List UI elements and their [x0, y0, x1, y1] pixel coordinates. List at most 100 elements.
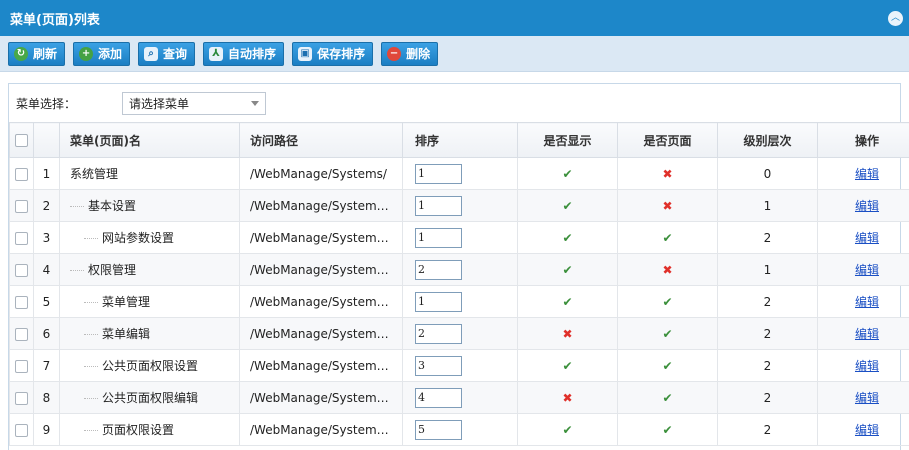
level-cell: 0 — [717, 157, 818, 190]
sort-input[interactable]: 1 — [415, 227, 462, 248]
edit-link[interactable]: 编辑 — [855, 199, 879, 213]
row-checkbox[interactable] — [9, 285, 34, 318]
table-row[interactable]: 5 菜单管理/WebManage/System… 1 ✔ ✔ 2 编辑 — [9, 285, 909, 318]
delete-label: 删除 — [406, 47, 431, 61]
row-checkbox[interactable] — [9, 317, 34, 350]
sort-input[interactable]: 5 — [415, 419, 462, 440]
add-button[interactable]: + 添加 — [73, 41, 131, 66]
sort-input[interactable]: 3 — [415, 355, 462, 376]
menu-name: 公共页面权限设置 — [102, 359, 199, 373]
is-page-cell: ✔ — [617, 413, 718, 446]
refresh-button[interactable]: ↻ 刷新 — [8, 41, 66, 66]
menu-name: 页面权限设置 — [102, 423, 175, 437]
select-all-checkbox[interactable] — [9, 122, 34, 158]
level-cell: 2 — [717, 317, 818, 350]
table-row[interactable]: 4 权限管理/WebManage/System… 2 ✔ ✖ 1 编辑 — [9, 253, 909, 286]
is-page-cell: ✖ — [617, 157, 718, 190]
level-cell: 1 — [717, 253, 818, 286]
level-cell: 2 — [717, 381, 818, 414]
table-row[interactable]: 1 系统管理/WebManage/Systems/1 ✔ ✖ 0 编辑 — [9, 157, 909, 190]
path-header[interactable]: 访问路径 — [239, 122, 403, 158]
edit-link[interactable]: 编辑 — [855, 327, 879, 341]
table-row[interactable]: 3 网站参数设置/WebManage/System… 1 ✔ ✔ 2 编辑 — [9, 221, 909, 254]
is-page-cell: ✔ — [617, 317, 718, 350]
row-number: 9 — [33, 413, 60, 446]
level-cell: 1 — [717, 189, 818, 222]
is-page-header[interactable]: 是否页面 — [617, 122, 718, 158]
table-row[interactable]: 2 基本设置/WebManage/System… 1 ✔ ✖ 1 编辑 — [9, 189, 909, 222]
search-icon: ⌕ — [144, 46, 159, 61]
collapse-up-icon[interactable]: ︿ — [888, 10, 903, 26]
row-checkbox[interactable] — [9, 157, 34, 190]
refresh-label: 刷新 — [33, 47, 58, 61]
check-icon: ✔ — [562, 358, 573, 373]
is-page-cell: ✖ — [617, 253, 718, 286]
row-number: 5 — [33, 285, 60, 318]
row-checkbox[interactable] — [9, 221, 34, 254]
edit-link[interactable]: 编辑 — [855, 391, 879, 405]
menu-name-cell: 系统管理 — [59, 157, 240, 190]
name-header[interactable]: 菜单(页面)名 — [59, 122, 240, 158]
sort-input[interactable]: 1 — [415, 163, 462, 184]
edit-link[interactable]: 编辑 — [855, 359, 879, 373]
check-icon: ✔ — [562, 422, 573, 437]
edit-link[interactable]: 编辑 — [855, 295, 879, 309]
sort-input[interactable]: 1 — [415, 291, 462, 312]
table-row[interactable]: 6 菜单编辑/WebManage/System… 2 ✖ ✔ 2 编辑 — [9, 317, 909, 350]
table-row[interactable]: 7 公共页面权限设置/WebManage/System… 3 ✔ ✔ 2 编辑 — [9, 349, 909, 382]
show-cell: ✖ — [517, 317, 618, 350]
delete-icon: − — [387, 46, 402, 61]
sort-input[interactable]: 2 — [415, 323, 462, 344]
save-sort-button[interactable]: ▣ 保存排序 — [292, 41, 374, 66]
action-cell: 编辑 — [817, 253, 909, 286]
edit-link[interactable]: 编辑 — [855, 423, 879, 437]
sort-input[interactable]: 1 — [415, 195, 462, 216]
row-checkbox[interactable] — [9, 189, 34, 222]
sort-input[interactable]: 2 — [415, 259, 462, 280]
delete-button[interactable]: − 删除 — [381, 41, 439, 66]
path-cell: /WebManage/System… — [239, 349, 403, 382]
edit-link[interactable]: 编辑 — [855, 231, 879, 245]
add-label: 添加 — [98, 47, 123, 61]
row-checkbox[interactable] — [9, 381, 34, 414]
show-cell: ✔ — [517, 221, 618, 254]
path-cell: /WebManage/System… — [239, 381, 403, 414]
level-cell: 2 — [717, 221, 818, 254]
action-cell: 编辑 — [817, 413, 909, 446]
action-cell: 编辑 — [817, 285, 909, 318]
show-header[interactable]: 是否显示 — [517, 122, 618, 158]
check-icon: ✔ — [662, 326, 673, 341]
row-checkbox[interactable] — [9, 349, 34, 382]
level-header[interactable]: 级别层次 — [717, 122, 818, 158]
action-header: 操作 — [817, 122, 909, 158]
menu-name-cell: 公共页面权限设置 — [59, 349, 240, 382]
row-number: 8 — [33, 381, 60, 414]
menu-name-cell: 公共页面权限编辑 — [59, 381, 240, 414]
action-cell: 编辑 — [817, 381, 909, 414]
sort-cell: 1 — [402, 285, 518, 318]
edit-link[interactable]: 编辑 — [855, 263, 879, 277]
sort-header[interactable]: 排序 — [402, 122, 518, 158]
row-number: 2 — [33, 189, 60, 222]
table-row[interactable]: 9 页面权限设置/WebManage/System… 5 ✔ ✔ 2 编辑 — [9, 413, 909, 446]
action-cell: 编辑 — [817, 189, 909, 222]
row-checkbox[interactable] — [9, 413, 34, 446]
auto-sort-button[interactable]: ⅄ 自动排序 — [203, 41, 285, 66]
row-checkbox[interactable] — [9, 253, 34, 286]
sort-input[interactable]: 4 — [415, 387, 462, 408]
tree-line — [70, 270, 84, 271]
menu-name: 公共页面权限编辑 — [102, 391, 199, 405]
query-button[interactable]: ⌕ 查询 — [138, 41, 196, 66]
row-number: 1 — [33, 157, 60, 190]
action-cell: 编辑 — [817, 317, 909, 350]
check-icon: ✔ — [662, 358, 673, 373]
refresh-icon: ↻ — [14, 46, 28, 61]
query-label: 查询 — [163, 47, 188, 61]
table-row[interactable]: 8 公共页面权限编辑/WebManage/System… 4 ✖ ✔ 2 编辑 — [9, 381, 909, 414]
menu-select[interactable]: 请选择菜单 — [122, 91, 266, 115]
path-cell: /WebManage/Systems/ — [239, 157, 403, 190]
check-icon: ✔ — [562, 230, 573, 245]
level-cell: 2 — [717, 349, 818, 382]
save-sort-label: 保存排序 — [317, 47, 366, 61]
edit-link[interactable]: 编辑 — [855, 167, 879, 181]
